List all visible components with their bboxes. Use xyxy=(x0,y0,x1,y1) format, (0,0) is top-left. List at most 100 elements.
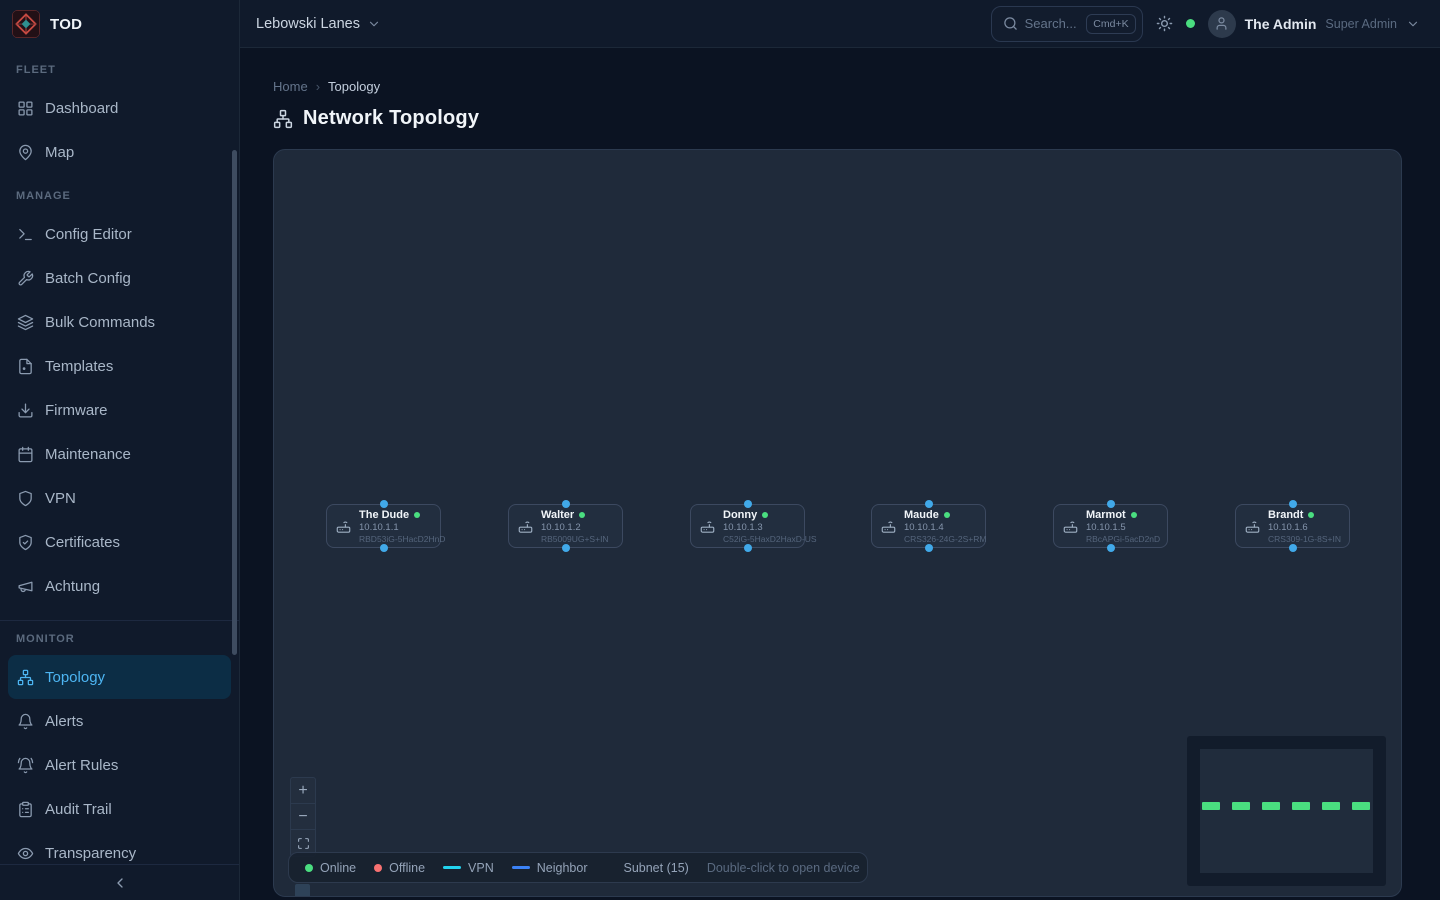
node-handle-bottom[interactable] xyxy=(1289,544,1297,552)
maximize-icon xyxy=(297,837,310,850)
legend-neighbor: Neighbor xyxy=(512,861,588,875)
sidebar-item-vpn[interactable]: VPN xyxy=(0,476,239,520)
canvas-controls: + − xyxy=(290,777,316,857)
theme-toggle-button[interactable] xyxy=(1156,15,1173,32)
device-node-the-dude[interactable]: The Dude 10.10.1.1 RBD53iG-5HacD2HnD xyxy=(326,504,441,548)
terminal-icon xyxy=(17,226,34,243)
device-model: C52iG-5HaxD2HaxD-US xyxy=(723,534,817,544)
sidebar-item-label: Topology xyxy=(45,669,105,686)
sidebar-item-certificates[interactable]: Certificates xyxy=(0,520,239,564)
device-status-dot xyxy=(944,512,950,518)
node-handle-bottom[interactable] xyxy=(925,544,933,552)
node-handle-bottom[interactable] xyxy=(380,544,388,552)
sidebar-item-maintenance[interactable]: Maintenance xyxy=(0,432,239,476)
legend-online: Online xyxy=(305,861,356,875)
minimap-node xyxy=(1202,802,1220,810)
sidebar-item-transparency[interactable]: Transparency xyxy=(0,831,239,864)
topology-canvas[interactable]: The Dude 10.10.1.1 RBD53iG-5HacD2HnD Wal… xyxy=(273,149,1402,897)
sidebar-item-achtung[interactable]: Achtung xyxy=(0,564,239,608)
node-handle-top[interactable] xyxy=(1289,500,1297,508)
sidebar-item-topology[interactable]: Topology xyxy=(8,655,231,699)
minimap-node xyxy=(1292,802,1310,810)
zoom-out-button[interactable]: − xyxy=(291,804,315,830)
sun-icon xyxy=(1156,15,1173,32)
tenant-selector[interactable]: Lebowski Lanes xyxy=(256,16,381,32)
monitor-section: MONITOR Topology Alerts Alert Rules Audi… xyxy=(0,620,239,864)
sidebar-item-alerts[interactable]: Alerts xyxy=(0,699,239,743)
search-box[interactable]: Cmd+K xyxy=(991,6,1143,42)
breadcrumb-current: Topology xyxy=(328,79,380,94)
shield-icon xyxy=(17,490,34,507)
eye-icon xyxy=(17,845,34,862)
zoom-in-button[interactable]: + xyxy=(291,778,315,804)
node-handle-bottom[interactable] xyxy=(744,544,752,552)
device-name: Maude xyxy=(904,509,939,521)
sidebar-scrollbar[interactable] xyxy=(232,150,237,655)
node-body: Maude 10.10.1.4 CRS326-24G-2S+RM xyxy=(872,505,985,547)
download-icon xyxy=(17,402,34,419)
sidebar-item-map[interactable]: Map xyxy=(0,130,239,174)
device-name: Walter xyxy=(541,509,574,521)
minimap-nodes xyxy=(1202,802,1370,810)
minimap-node xyxy=(1352,802,1370,810)
sidebar-item-bulk-commands[interactable]: Bulk Commands xyxy=(0,300,239,344)
node-handle-bottom[interactable] xyxy=(1107,544,1115,552)
section-label-fleet: FLEET xyxy=(16,64,239,78)
minimap-node xyxy=(1232,802,1250,810)
sidebar-item-templates[interactable]: Templates xyxy=(0,344,239,388)
breadcrumb: Home › Topology xyxy=(273,79,1402,94)
neighbor-line xyxy=(512,866,530,869)
node-body: Brandt 10.10.1.6 CRS309-1G-8S+IN xyxy=(1236,505,1349,547)
sidebar-item-config-editor[interactable]: Config Editor xyxy=(0,212,239,256)
sidebar-item-firmware[interactable]: Firmware xyxy=(0,388,239,432)
sidebar-nav: FLEET Dashboard Map MANAGE Config Editor… xyxy=(0,48,239,864)
device-name: Donny xyxy=(723,509,757,521)
search-shortcut-badge: Cmd+K xyxy=(1086,14,1135,34)
node-handle-top[interactable] xyxy=(380,500,388,508)
lock-interactivity-button[interactable] xyxy=(295,884,310,897)
breadcrumb-home[interactable]: Home xyxy=(273,79,308,94)
wrench-icon xyxy=(17,270,34,287)
device-node-brandt[interactable]: Brandt 10.10.1.6 CRS309-1G-8S+IN xyxy=(1235,504,1350,548)
node-handle-top[interactable] xyxy=(925,500,933,508)
node-handle-top[interactable] xyxy=(562,500,570,508)
sidebar-item-label: Alerts xyxy=(45,713,83,730)
node-handle-top[interactable] xyxy=(744,500,752,508)
legend-vpn: VPN xyxy=(443,861,494,875)
node-handle-bottom[interactable] xyxy=(562,544,570,552)
node-handle-top[interactable] xyxy=(1107,500,1115,508)
sidebar-item-audit-trail[interactable]: Audit Trail xyxy=(0,787,239,831)
offline-dot xyxy=(374,864,382,872)
bell-ring-icon xyxy=(17,757,34,774)
connection-status-dot xyxy=(1186,19,1195,28)
device-ip: 10.10.1.1 xyxy=(359,522,445,533)
sidebar-item-batch-config[interactable]: Batch Config xyxy=(0,256,239,300)
user-menu[interactable]: The Admin Super Admin xyxy=(1208,10,1420,38)
layers-icon xyxy=(17,314,34,331)
sidebar-item-label: Transparency xyxy=(45,845,136,862)
minimap[interactable] xyxy=(1187,736,1386,886)
device-model: CRS309-1G-8S+IN xyxy=(1268,534,1341,544)
device-node-walter[interactable]: Walter 10.10.1.2 RB5009UG+S+IN xyxy=(508,504,623,548)
device-model: RBcAPGi-5acD2nD xyxy=(1086,534,1160,544)
router-icon xyxy=(1245,519,1260,534)
sidebar-item-label: Dashboard xyxy=(45,100,118,117)
search-input[interactable] xyxy=(1025,16,1080,31)
sidebar-item-label: VPN xyxy=(45,490,76,507)
node-body: Donny 10.10.1.3 C52iG-5HaxD2HaxD-US xyxy=(691,505,804,547)
device-node-maude[interactable]: Maude 10.10.1.4 CRS326-24G-2S+RM xyxy=(871,504,986,548)
section-label-manage: MANAGE xyxy=(16,190,239,204)
legend-hint: Double-click to open device xyxy=(707,861,860,875)
sidebar-item-dashboard[interactable]: Dashboard xyxy=(0,86,239,130)
sidebar-item-alert-rules[interactable]: Alert Rules xyxy=(0,743,239,787)
node-text: Brandt 10.10.1.6 CRS309-1G-8S+IN xyxy=(1268,509,1341,544)
device-ip: 10.10.1.6 xyxy=(1268,522,1341,533)
device-node-marmot[interactable]: Marmot 10.10.1.5 RBcAPGi-5acD2nD xyxy=(1053,504,1168,548)
search-icon xyxy=(1003,16,1018,31)
sidebar-collapse-button[interactable] xyxy=(0,864,239,900)
topbar: Lebowski Lanes Cmd+K The Admin Super Adm… xyxy=(240,0,1440,48)
minimap-node xyxy=(1322,802,1340,810)
device-node-donny[interactable]: Donny 10.10.1.3 C52iG-5HaxD2HaxD-US xyxy=(690,504,805,548)
router-icon xyxy=(700,519,715,534)
user-role: Super Admin xyxy=(1325,17,1397,31)
